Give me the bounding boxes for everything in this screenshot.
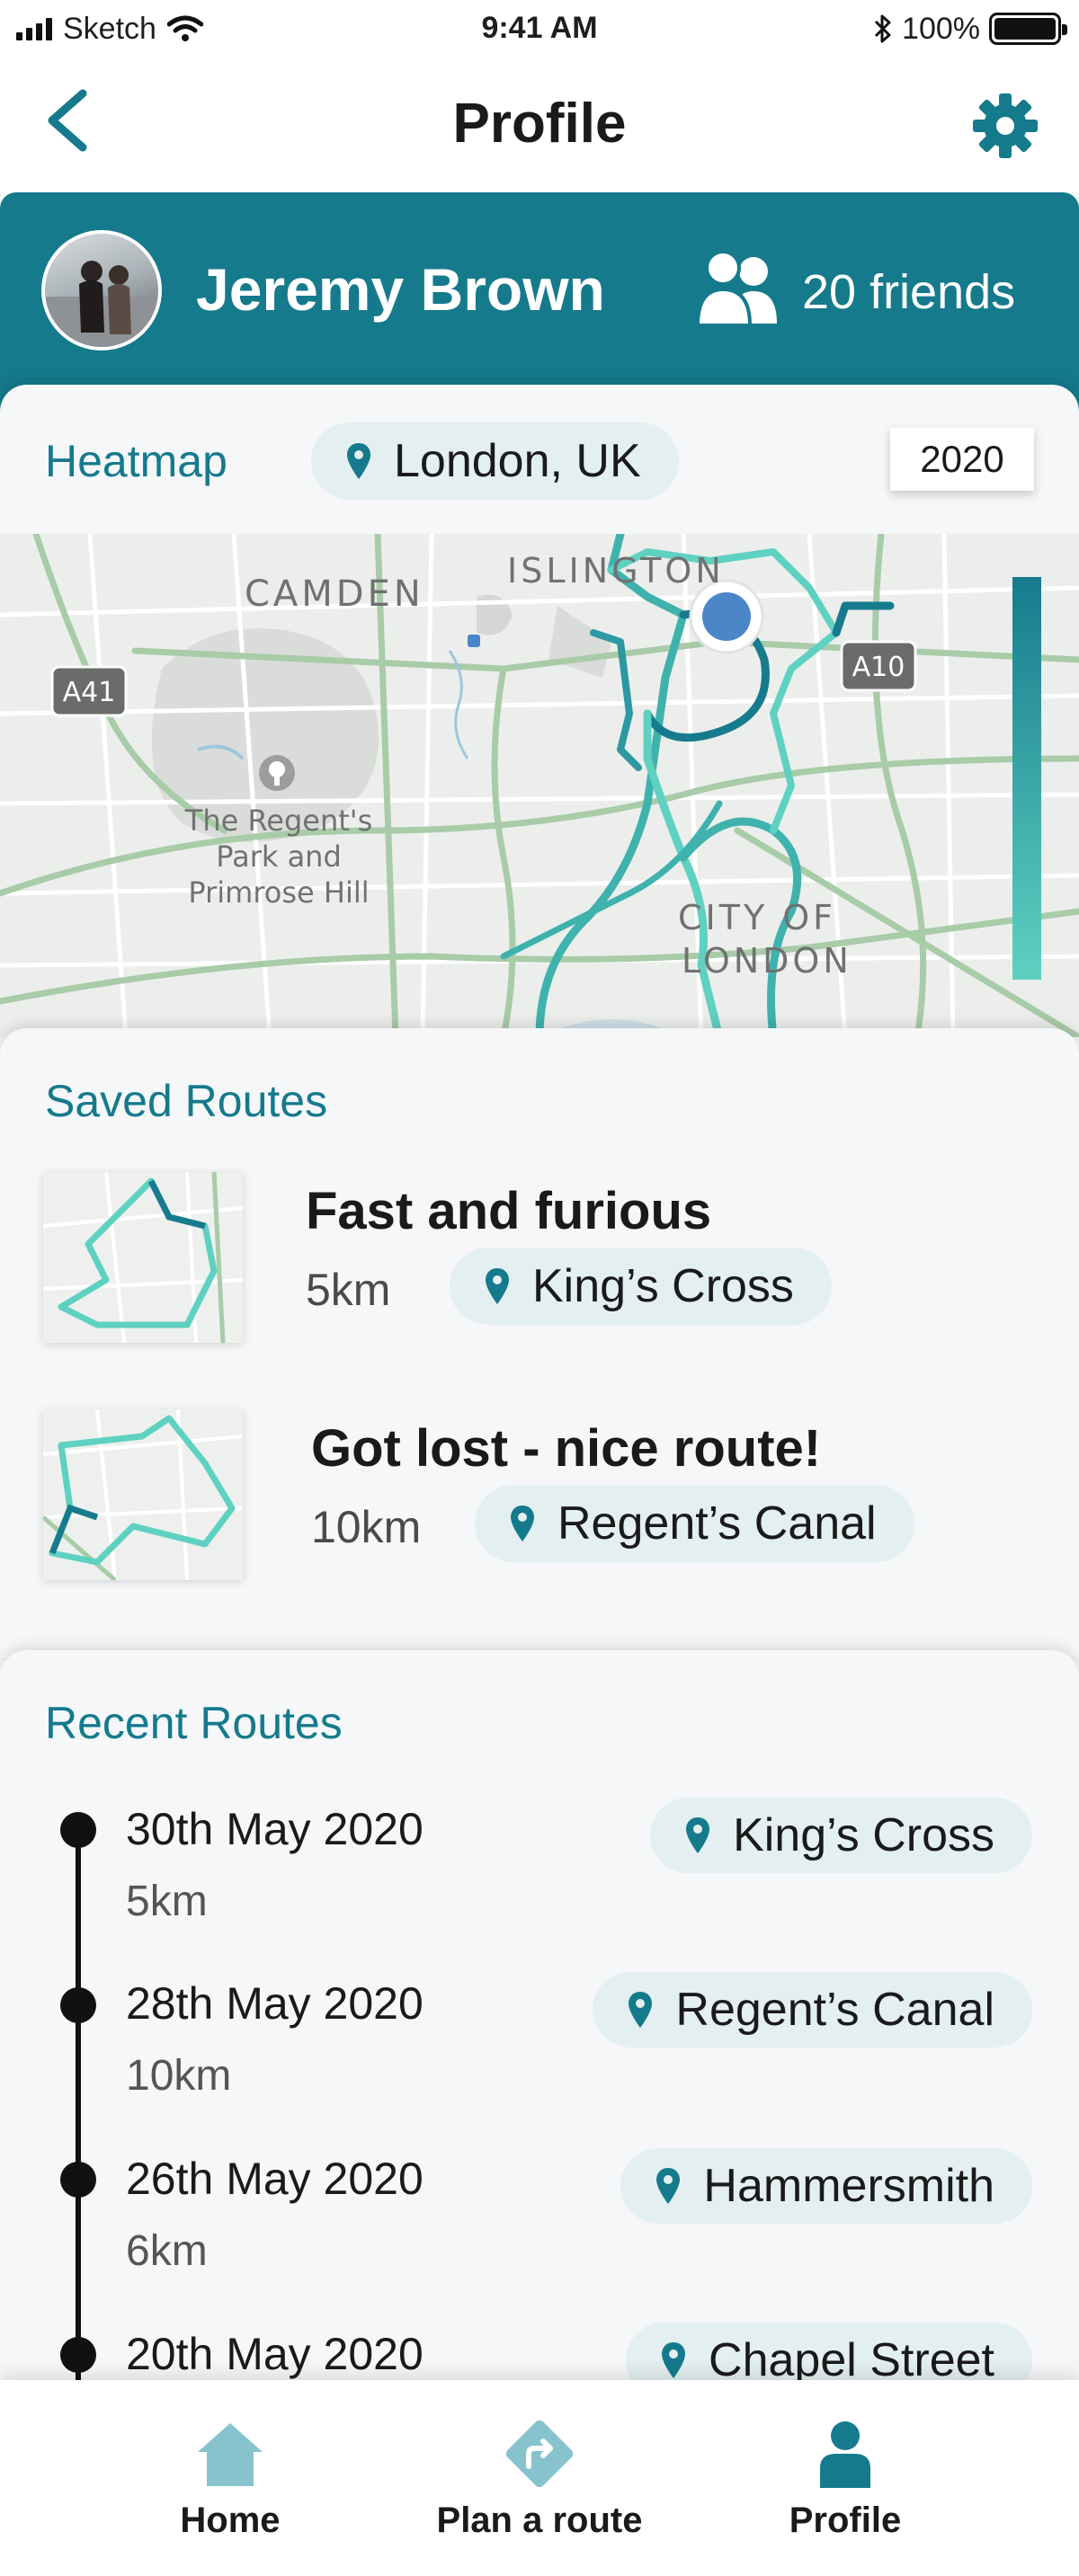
heatmap-card: Heatmap London, UK 2020 ISLINGTON CAMDEN… (0, 385, 1079, 1068)
person-icon (820, 2421, 870, 2488)
map-label-islington: ISLINGTON (507, 551, 725, 591)
map-road-a10: A10 (852, 652, 905, 683)
map-label-city-line2: LONDON (682, 941, 852, 981)
tab-plan-route-label: Plan a route (436, 2500, 643, 2540)
bluetooth-icon (874, 14, 891, 43)
saved-route-name[interactable]: Got lost - nice route! (311, 1418, 821, 1479)
location-pin-icon (511, 1506, 534, 1541)
page-title: Profile (452, 93, 627, 155)
status-right: 100% (873, 11, 1067, 47)
location-pin-icon (662, 2342, 686, 2378)
user-name: Jeremy Brown (196, 256, 605, 323)
saved-route-name[interactable]: Fast and furious (306, 1181, 711, 1241)
recent-routes-title: Recent Routes (45, 1698, 343, 1748)
avatar-photo (45, 261, 158, 347)
location-pin-icon (656, 2168, 681, 2204)
map-label-park-line1: The Regent's (184, 804, 372, 838)
chip-label: King’s Cross (733, 1809, 994, 1861)
location-pin-icon (686, 1817, 710, 1853)
tab-home[interactable]: Home (86, 2380, 374, 2576)
route-map-thumbnail (43, 1172, 243, 1343)
battery-percent: 100% (902, 11, 980, 46)
heatmap-location-label: London, UK (394, 435, 641, 487)
timeline-dot (60, 2162, 96, 2198)
saved-route-location-chip[interactable]: Regent’s Canal (475, 1485, 914, 1562)
heatmap-location-chip[interactable]: London, UK (311, 422, 679, 500)
timeline-line (76, 1830, 81, 2387)
timeline-dot (60, 2337, 96, 2373)
saved-route-distance: 10km (311, 1502, 422, 1552)
home-icon (198, 2423, 263, 2486)
chip-label: King’s Cross (532, 1260, 794, 1312)
saved-route-thumbnail[interactable] (43, 1409, 243, 1580)
location-pin-icon (347, 443, 370, 479)
saved-route-location-chip[interactable]: King’s Cross (450, 1248, 832, 1325)
recent-route-location-chip[interactable]: King’s Cross (650, 1798, 1032, 1873)
heatmap-map[interactable]: ISLINGTON CAMDEN CITY OF LONDON The Rege… (0, 534, 1079, 1037)
chip-label: Hammersmith (703, 2160, 994, 2212)
map-label-park-line3: Primrose Hill (188, 875, 369, 910)
heatmap-scale-bar (1012, 577, 1041, 980)
tab-profile[interactable]: Profile (701, 2380, 989, 2576)
location-pin-icon (629, 1992, 653, 2028)
recent-route-date[interactable]: 20th May 2020 (126, 2328, 424, 2380)
settings-gear-icon[interactable] (969, 90, 1041, 162)
year-selector[interactable]: 2020 (890, 428, 1034, 491)
tab-bar: Home Plan a route Profile (0, 2380, 1079, 2576)
saved-route-thumbnail[interactable] (43, 1172, 243, 1343)
saved-routes-title: Saved Routes (45, 1076, 328, 1126)
directions-icon (505, 2420, 574, 2488)
chip-label: Regent’s Canal (675, 1984, 994, 2036)
map-road-a41: A41 (63, 677, 116, 708)
location-pin-icon (486, 1268, 509, 1304)
tab-home-label: Home (180, 2500, 281, 2540)
avatar[interactable] (41, 230, 162, 351)
recent-route-location-chip[interactable]: Regent’s Canal (593, 1972, 1032, 2047)
chip-label: Chapel Street (709, 2334, 994, 2386)
recent-route-date[interactable]: 26th May 2020 (126, 2153, 424, 2205)
recent-route-date[interactable]: 28th May 2020 (126, 1977, 424, 2030)
tab-plan-route[interactable]: Plan a route (396, 2380, 683, 2576)
timeline-dot (60, 1812, 96, 1848)
timeline-dot (60, 1987, 96, 2023)
friends-icon[interactable] (694, 250, 784, 331)
route-map-thumbnail (43, 1409, 243, 1580)
battery-icon (989, 13, 1067, 45)
recent-route-location-chip[interactable]: Hammersmith (620, 2148, 1032, 2224)
map-label-park-line2: Park and (216, 839, 342, 874)
saved-route-distance: 5km (306, 1265, 391, 1315)
chip-label: Regent’s Canal (557, 1497, 877, 1550)
recent-route-distance: 6km (126, 2227, 208, 2275)
recent-route-distance: 5km (126, 1878, 208, 1925)
heatmap-title: Heatmap (45, 436, 227, 486)
recent-route-distance: 10km (126, 2052, 232, 2100)
tab-profile-label: Profile (789, 2500, 902, 2540)
recent-route-date[interactable]: 30th May 2020 (126, 1803, 424, 1855)
friends-count[interactable]: 20 friends (802, 264, 1015, 320)
status-bar: Sketch 9:41 AM 100% (0, 0, 1079, 58)
map-label-camden: CAMDEN (245, 573, 424, 615)
nav-bar: Profile (0, 58, 1079, 192)
saved-routes-card: Saved Routes Fast and furious 5km King’s… (0, 1028, 1079, 1657)
map-label-city-line1: CITY OF (678, 898, 836, 937)
